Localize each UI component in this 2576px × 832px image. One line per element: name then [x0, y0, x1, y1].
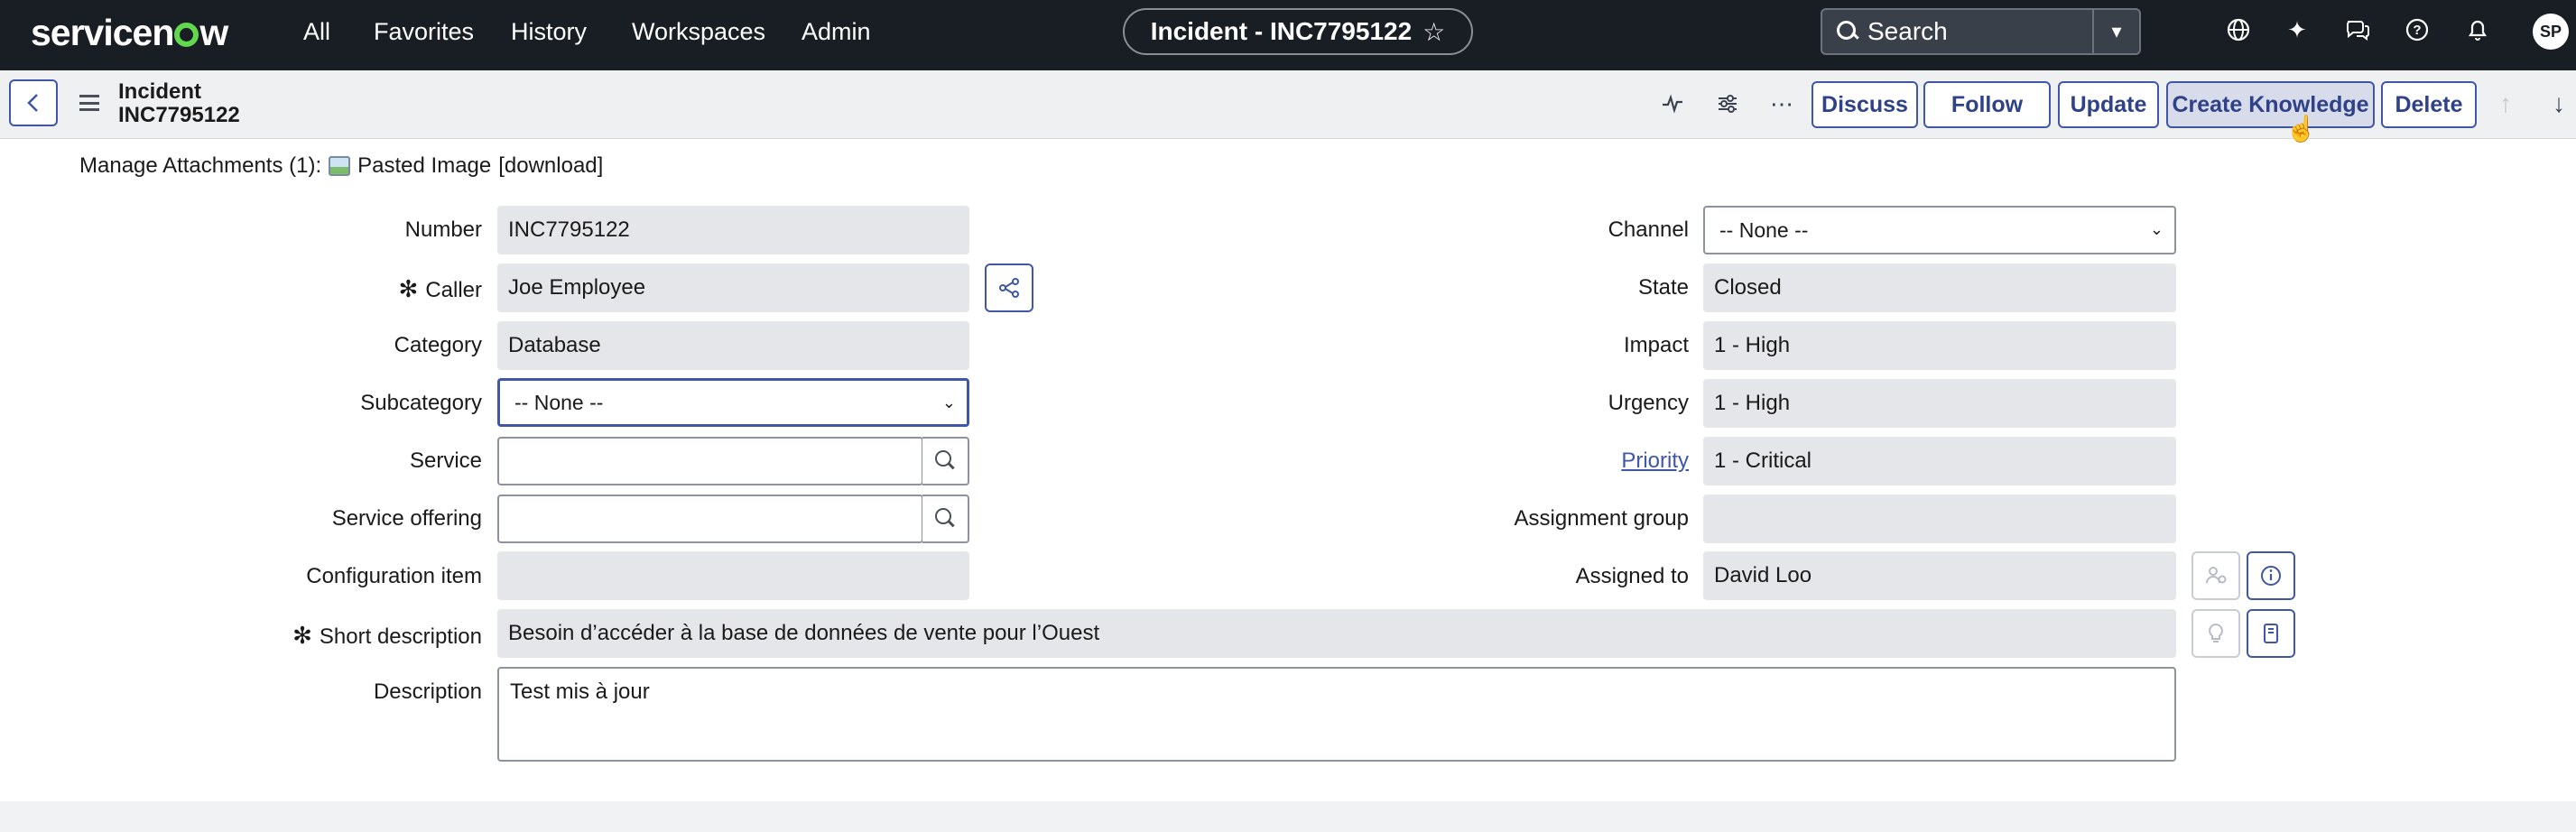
- assign-to-me-button[interactable]: [2191, 551, 2240, 600]
- subcategory-select[interactable]: -- None -- ⌄: [497, 378, 969, 427]
- priority-link[interactable]: Priority: [1621, 448, 1689, 474]
- hierarchy-icon: [999, 278, 1019, 298]
- image-file-icon: [329, 156, 351, 176]
- channel-select[interactable]: -- None -- ⌄: [1703, 206, 2176, 254]
- hamburger-menu-icon[interactable]: [79, 95, 99, 111]
- nav-history[interactable]: History: [511, 18, 587, 46]
- channel-label: Channel: [1608, 217, 1689, 242]
- assigned-to-info-button[interactable]: [2247, 551, 2295, 600]
- avatar[interactable]: SP: [2533, 14, 2569, 50]
- attachment-download-link[interactable]: [download]: [498, 153, 603, 179]
- search-icon: [933, 507, 957, 531]
- user-plus-icon: [2206, 567, 2227, 584]
- state-field[interactable]: Closed: [1703, 263, 2176, 312]
- top-navigation-bar: servicen w All Favorites History Workspac…: [0, 0, 2576, 70]
- record-header: Incident INC7795122 ⋯ Discuss Follow Upd…: [0, 70, 2576, 139]
- required-asterisk-icon: ✻: [398, 275, 419, 302]
- description-textarea[interactable]: Test mis à jour: [497, 667, 2176, 762]
- caller-field[interactable]: Joe Employee: [497, 263, 969, 312]
- service-offering-input[interactable]: [497, 495, 923, 543]
- nav-favorites[interactable]: Favorites: [374, 18, 474, 46]
- search-icon: [1833, 18, 1860, 45]
- assignment-group-field[interactable]: [1703, 495, 2176, 543]
- configuration-item-field[interactable]: [497, 551, 969, 600]
- knowledge-search-button[interactable]: [2247, 609, 2295, 658]
- servicenow-logo[interactable]: servicen w: [31, 12, 228, 54]
- assigned-to-field[interactable]: David Loo: [1703, 551, 2176, 600]
- subcategory-selected-value: -- None --: [514, 390, 604, 414]
- global-search[interactable]: Search ▾: [1821, 8, 2141, 55]
- urgency-label: Urgency: [1608, 391, 1689, 415]
- suggestion-button[interactable]: [2191, 609, 2240, 658]
- state-label: State: [1637, 275, 1689, 300]
- service-offering-label: Service offering: [331, 506, 482, 531]
- service-offering-lookup-button[interactable]: [922, 495, 969, 543]
- manage-attachments-link[interactable]: Manage Attachments (1):: [79, 153, 321, 179]
- service-lookup-button[interactable]: [922, 437, 969, 485]
- attachments-bar: Manage Attachments (1): Pasted Image [do…: [79, 153, 603, 179]
- settings-sliders-icon[interactable]: [1712, 88, 1743, 119]
- assigned-to-label: Assigned to: [1575, 564, 1689, 588]
- priority-field[interactable]: 1 - Critical: [1703, 437, 2176, 485]
- category-field[interactable]: Database: [497, 321, 969, 370]
- form-footer-band: [0, 801, 2576, 832]
- description-label: Description: [373, 679, 482, 704]
- svg-text:?: ?: [2413, 23, 2421, 38]
- mouse-cursor-icon: ☝: [2285, 115, 2317, 143]
- star-icon[interactable]: ☆: [1422, 17, 1445, 47]
- previous-record-arrow-icon[interactable]: ↑: [2492, 88, 2519, 119]
- configuration-item-label: Configuration item: [306, 564, 482, 588]
- required-asterisk-icon: ✻: [292, 622, 312, 649]
- more-options-icon[interactable]: ⋯: [1766, 88, 1797, 119]
- context-pill-label: Incident - INC7795122: [1150, 17, 1413, 45]
- follow-button[interactable]: Follow: [1923, 81, 2051, 128]
- assignment-group-label: Assignment group: [1514, 506, 1689, 531]
- subcategory-label: Subcategory: [360, 391, 482, 415]
- globe-icon[interactable]: [2223, 14, 2254, 45]
- create-knowledge-button[interactable]: Create Knowledge: [2166, 81, 2375, 128]
- activity-pulse-icon[interactable]: [1657, 88, 1688, 119]
- delete-button[interactable]: Delete: [2381, 81, 2477, 128]
- back-button[interactable]: [9, 79, 58, 126]
- caller-hierarchy-button[interactable]: [985, 263, 1033, 312]
- context-pill[interactable]: Incident - INC7795122 ☆: [1123, 8, 1473, 55]
- bell-icon[interactable]: [2462, 14, 2493, 45]
- nav-admin[interactable]: Admin: [802, 18, 871, 46]
- record-number: INC7795122: [118, 103, 240, 127]
- service-label: Service: [409, 448, 482, 473]
- record-title: Incident INC7795122: [118, 80, 240, 127]
- next-record-arrow-icon[interactable]: ↓: [2545, 88, 2572, 119]
- number-field[interactable]: INC7795122: [497, 206, 969, 254]
- chevron-down-icon[interactable]: ▾: [2092, 10, 2139, 53]
- category-label: Category: [394, 333, 482, 357]
- lightbulb-icon: [2209, 623, 2223, 642]
- chevron-down-icon: ⌄: [2149, 220, 2164, 238]
- attachment-file-name[interactable]: Pasted Image: [357, 153, 491, 179]
- impact-field[interactable]: 1 - High: [1703, 321, 2176, 370]
- nav-workspaces[interactable]: Workspaces: [632, 18, 765, 46]
- chat-icon[interactable]: [2342, 14, 2373, 45]
- search-input[interactable]: Search: [1867, 17, 2092, 46]
- chevron-down-icon: ⌄: [941, 393, 956, 411]
- nav-all[interactable]: All: [303, 18, 330, 46]
- caller-label: ✻ Caller: [398, 275, 482, 302]
- discuss-button[interactable]: Discuss: [1812, 81, 1918, 128]
- sparkle-icon[interactable]: ✦: [2282, 14, 2312, 45]
- short-description-field[interactable]: Besoin d’accéder à la base de données de…: [497, 609, 2176, 658]
- record-type: Incident: [118, 79, 202, 104]
- help-icon[interactable]: ?: [2402, 14, 2432, 45]
- impact-label: Impact: [1623, 333, 1689, 357]
- update-button[interactable]: Update: [2058, 81, 2159, 128]
- search-icon: [933, 449, 957, 473]
- book-icon: [2264, 624, 2278, 643]
- short-description-label: ✻ Short description: [292, 622, 482, 649]
- urgency-field[interactable]: 1 - High: [1703, 379, 2176, 428]
- channel-selected-value: -- None --: [1719, 217, 1809, 242]
- number-label: Number: [404, 217, 482, 242]
- info-icon: [2261, 566, 2281, 586]
- service-input[interactable]: [497, 437, 923, 485]
